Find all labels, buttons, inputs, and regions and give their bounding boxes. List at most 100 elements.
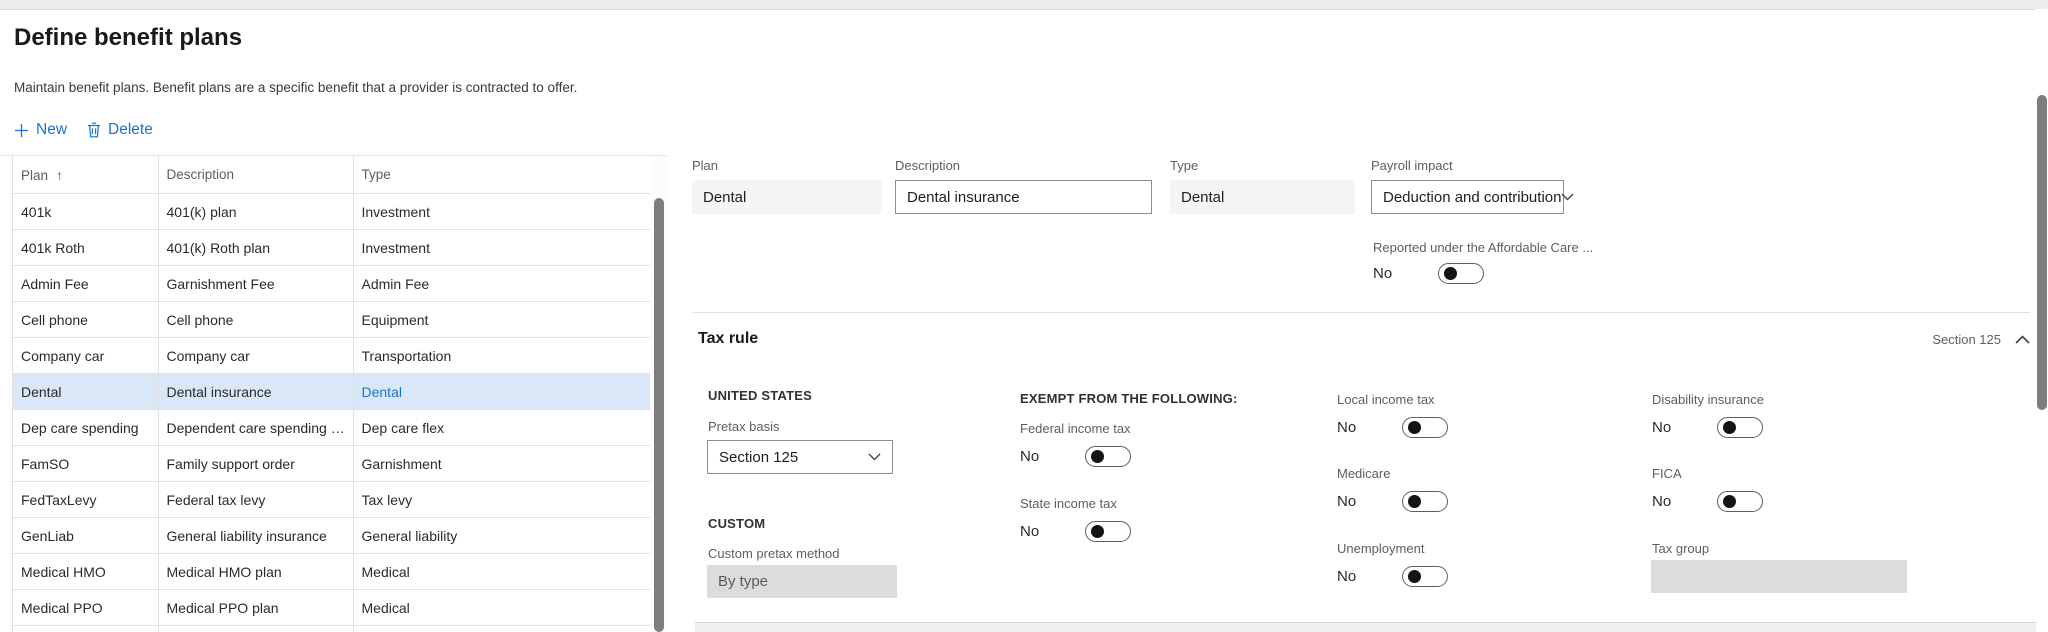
- state-income-tax-label: State income tax: [1020, 496, 1117, 511]
- sort-ascending-icon: ↑: [56, 166, 64, 183]
- payroll-impact-dropdown[interactable]: Deduction and contribution: [1371, 180, 1574, 214]
- description-cell[interactable]: General liability insurance: [158, 517, 354, 554]
- description-cell[interactable]: Dental insurance: [158, 373, 354, 410]
- exempt-heading: EXEMPT FROM THE FOLLOWING:: [1020, 391, 1238, 406]
- description-cell[interactable]: Dependent care spending accou...: [158, 409, 354, 446]
- description-cell[interactable]: Family support order: [158, 445, 354, 482]
- type-cell[interactable]: Medical: [353, 589, 651, 626]
- type-cell[interactable]: Investment: [353, 229, 651, 266]
- table-row[interactable]: 401k 401(k) plan Investment: [13, 193, 651, 230]
- plan-cell: [13, 625, 159, 632]
- delete-button-label: Delete: [108, 121, 153, 138]
- plan-cell[interactable]: Medical PPO: [13, 589, 159, 626]
- table-row[interactable]: Medical PPO Medical PPO plan Medical: [13, 589, 651, 626]
- description-cell[interactable]: Medical PPO plan: [158, 589, 354, 626]
- type-cell[interactable]: Admin Fee: [353, 265, 651, 302]
- plans-grid: Plan ↑ Description Type 401k 401(k) plan In…: [12, 156, 651, 632]
- table-row[interactable]: Medical HMO Medical HMO plan Medical: [13, 553, 651, 590]
- page-scrollbar-thumb[interactable]: [2037, 95, 2047, 410]
- table-row[interactable]: Cell phone Cell phone Equipment: [13, 301, 651, 338]
- type-cell[interactable]: Dep care flex: [353, 409, 651, 446]
- type-field-group: Type Dental: [1170, 158, 1355, 214]
- plan-cell[interactable]: 401k Roth: [13, 229, 159, 266]
- toggle-knob: [1723, 420, 1736, 434]
- medicare-value: No: [1337, 492, 1357, 510]
- table-row[interactable]: Admin Fee Garnishment Fee Admin Fee: [13, 265, 651, 302]
- payroll-impact-field-group: Payroll impact Deduction and contributio…: [1371, 158, 1574, 214]
- table-row[interactable]: Dental Dental insurance Dental: [13, 373, 651, 410]
- grid-scrollbar[interactable]: [650, 156, 667, 632]
- column-header-description[interactable]: Description: [158, 156, 354, 194]
- description-cell[interactable]: Company car: [158, 337, 354, 374]
- aca-toggle[interactable]: [1438, 262, 1484, 284]
- table-row[interactable]: GenLiab General liability insurance Genera…: [13, 517, 651, 554]
- aca-value: No: [1373, 264, 1393, 282]
- table-row[interactable]: Dep care spending Dependent care spending…: [13, 409, 651, 446]
- description-cell[interactable]: 401(k) plan: [158, 193, 354, 230]
- chevron-up-icon[interactable]: [2015, 335, 2030, 344]
- fica-row: No: [1652, 490, 1763, 512]
- description-cell[interactable]: Federal tax levy: [158, 481, 354, 518]
- page-title: Define benefit plans: [14, 24, 243, 51]
- local-income-tax-value: No: [1337, 418, 1357, 436]
- unemployment-toggle[interactable]: [1402, 565, 1448, 587]
- description-cell[interactable]: Medical HMO plan: [158, 553, 354, 590]
- table-row[interactable]: Company car Company car Transportation: [13, 337, 651, 374]
- payroll-impact-label: Payroll impact: [1371, 158, 1453, 173]
- grid-scrollbar-thumb[interactable]: [654, 198, 664, 632]
- united-states-heading: UNITED STATES: [708, 388, 812, 403]
- type-cell[interactable]: Garnishment: [353, 445, 651, 482]
- top-strip: [0, 0, 2048, 10]
- chevron-down-icon: [1561, 193, 1574, 201]
- type-field[interactable]: Dental: [1170, 180, 1355, 214]
- column-header-type[interactable]: Type: [353, 156, 651, 194]
- description-cell[interactable]: Garnishment Fee: [158, 265, 354, 302]
- delete-button[interactable]: Delete: [87, 121, 153, 139]
- plan-cell[interactable]: Dental: [13, 373, 159, 410]
- plan-cell[interactable]: Company car: [13, 337, 159, 374]
- page-scrollbar[interactable]: [2036, 9, 2048, 632]
- state-income-tax-toggle[interactable]: [1085, 520, 1131, 542]
- disability-insurance-toggle[interactable]: [1717, 416, 1763, 438]
- define-benefit-plans-page: Define benefit plans Maintain benefit pl…: [0, 0, 2048, 632]
- new-button[interactable]: New: [14, 121, 67, 139]
- chevron-down-icon: [868, 453, 881, 461]
- pretax-basis-dropdown[interactable]: Section 125: [707, 440, 893, 474]
- description-field[interactable]: Dental insurance: [895, 180, 1152, 214]
- type-cell: [353, 625, 651, 632]
- table-row[interactable]: FamSO Family support order Garnishment: [13, 445, 651, 482]
- plan-cell[interactable]: 401k: [13, 193, 159, 230]
- toolbar: New Delete: [14, 118, 153, 142]
- plans-table-body: 401k 401(k) plan Investment 401k Roth 401(k)…: [13, 193, 651, 632]
- type-cell[interactable]: Transportation: [353, 337, 651, 374]
- plan-cell[interactable]: Medical HMO: [13, 553, 159, 590]
- federal-income-tax-toggle[interactable]: [1085, 445, 1131, 467]
- type-cell[interactable]: General liability: [353, 517, 651, 554]
- medicare-toggle[interactable]: [1402, 490, 1448, 512]
- plan-cell[interactable]: GenLiab: [13, 517, 159, 554]
- pretax-basis-label: Pretax basis: [708, 419, 780, 434]
- plan-cell[interactable]: FedTaxLevy: [13, 481, 159, 518]
- plan-cell[interactable]: Admin Fee: [13, 265, 159, 302]
- type-cell[interactable]: Dental: [353, 373, 651, 410]
- table-row[interactable]: 401k Roth 401(k) Roth plan Investment: [13, 229, 651, 266]
- column-header-plan[interactable]: Plan ↑: [13, 156, 159, 194]
- local-income-tax-toggle[interactable]: [1402, 416, 1448, 438]
- plan-cell[interactable]: Cell phone: [13, 301, 159, 338]
- type-cell[interactable]: Tax levy: [353, 481, 651, 518]
- fica-toggle[interactable]: [1717, 490, 1763, 512]
- type-cell[interactable]: Equipment: [353, 301, 651, 338]
- aca-label: Reported under the Affordable Care ...: [1373, 240, 1594, 255]
- table-row[interactable]: FedTaxLevy Federal tax levy Tax levy: [13, 481, 651, 518]
- custom-pretax-method-field: By type: [707, 565, 897, 598]
- tax-group-field: [1651, 560, 1907, 593]
- trash-icon: [87, 122, 101, 138]
- plan-cell[interactable]: Dep care spending: [13, 409, 159, 446]
- description-cell[interactable]: Cell phone: [158, 301, 354, 338]
- description-cell: [158, 625, 354, 632]
- description-cell[interactable]: 401(k) Roth plan: [158, 229, 354, 266]
- plan-cell[interactable]: FamSO: [13, 445, 159, 482]
- type-cell[interactable]: Medical: [353, 553, 651, 590]
- tax-rule-divider: [693, 312, 2030, 313]
- type-cell[interactable]: Investment: [353, 193, 651, 230]
